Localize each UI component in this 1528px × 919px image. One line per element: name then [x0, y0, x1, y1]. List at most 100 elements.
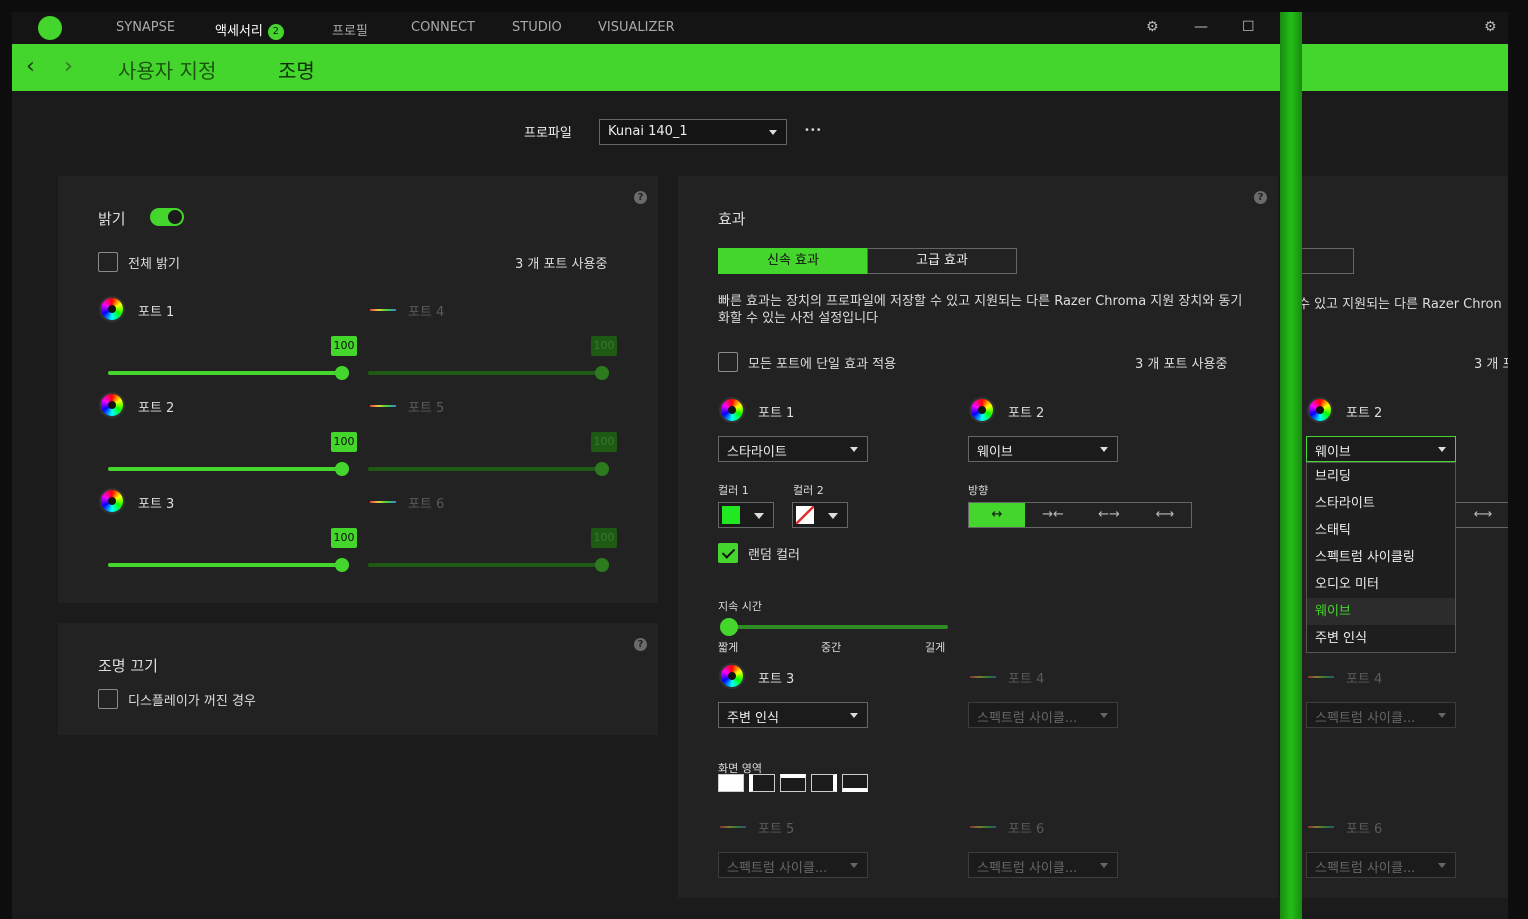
random-color-checkbox[interactable]	[718, 543, 738, 563]
all-brightness-checkbox[interactable]	[98, 252, 118, 272]
direction-outward-icon[interactable]: ←→	[1081, 503, 1137, 527]
synapse-window: SYNAPSE 액세서리 2 프로필 CONNECT STUDIO VISUALI…	[12, 12, 1508, 919]
direction-line-icon[interactable]: ⟷	[1137, 503, 1193, 527]
direction-selector: ↔ →← ←→ ⟷	[968, 502, 1192, 528]
forward-arrow-icon[interactable]: ›	[64, 54, 73, 79]
effect-port-5-line-icon	[720, 826, 746, 828]
effect-port-5-label: 포트 5	[758, 822, 795, 837]
effect-port-6-line-icon	[970, 826, 996, 828]
color-1-label: 컬러 1	[718, 484, 749, 497]
screen-area-bottom-icon[interactable]	[842, 774, 868, 792]
dup-port-4-label: 포트 4	[1346, 672, 1383, 687]
port-1-slider[interactable]	[108, 371, 342, 375]
port-4-slider-handle	[595, 366, 609, 380]
random-color-label: 랜덤 컬러	[748, 548, 800, 563]
display-off-checkbox[interactable]	[98, 689, 118, 709]
minimize-button[interactable]: —	[1194, 19, 1208, 35]
port-2-slider-handle[interactable]	[335, 462, 349, 476]
port-5-value: 100	[591, 432, 617, 452]
dup-tab-advanced-effects[interactable]: 과	[1294, 248, 1354, 274]
port-4-value: 100	[591, 336, 617, 356]
settings-gear-icon-secondary[interactable]: ⚙	[1484, 19, 1497, 35]
nav-profiles[interactable]: 프로필	[332, 20, 368, 39]
port-5-line-icon	[370, 405, 396, 407]
effects-title: 효과	[718, 210, 746, 228]
dup-port-4-line-icon	[1308, 676, 1334, 678]
color-1-swatch	[722, 506, 740, 524]
menu-item-ambient-awareness[interactable]: 주변 인식	[1307, 625, 1455, 652]
dup-ports-in-use: 3 개 포	[1474, 357, 1508, 372]
duration-slider[interactable]	[726, 625, 948, 629]
maximize-button[interactable]: ☐	[1242, 19, 1255, 35]
duration-slider-handle[interactable]	[720, 618, 738, 636]
nav-accessories[interactable]: 액세서리 2	[215, 20, 284, 40]
port-4-label: 포트 4	[408, 305, 445, 320]
brightness-panel: ? 밝기 전체 밝기 3 개 포트 사용중 포트 1 포트 4 100 100 …	[58, 176, 658, 603]
help-icon[interactable]: ?	[634, 638, 647, 651]
help-icon[interactable]: ?	[634, 191, 647, 204]
duration-medium-label: 중간	[821, 641, 842, 654]
port-1-color-wheel-icon	[99, 296, 125, 322]
effect-port-4-line-icon	[970, 676, 996, 678]
screen-area-left-icon[interactable]	[749, 774, 775, 792]
port-3-slider[interactable]	[108, 563, 342, 567]
color-1-picker[interactable]	[718, 502, 774, 528]
port-1-slider-handle[interactable]	[335, 366, 349, 380]
nav-synapse[interactable]: SYNAPSE	[116, 20, 175, 35]
menu-item-starlight[interactable]: 스타라이트	[1307, 490, 1455, 517]
effect-port-3-dropdown[interactable]: 주변 인식	[718, 702, 868, 728]
razer-logo-icon[interactable]	[38, 16, 62, 40]
effect-port-3-color-wheel-icon	[719, 663, 745, 689]
effect-port-1-dropdown[interactable]: 스타라이트	[718, 436, 868, 462]
menu-item-wave[interactable]: 웨이브	[1307, 598, 1455, 625]
effect-port-1-label: 포트 1	[758, 406, 795, 421]
screen-area-top-icon[interactable]	[780, 774, 806, 792]
nav-visualizer[interactable]: VISUALIZER	[598, 20, 675, 35]
chevron-down-icon	[754, 513, 764, 524]
effect-port-2-dropdown[interactable]: 웨이브	[968, 436, 1118, 462]
port-3-value: 100	[331, 528, 357, 548]
breadcrumb-customize[interactable]: 사용자 지정	[118, 55, 216, 84]
direction-both-icon[interactable]: ↔	[969, 503, 1025, 527]
port-3-label: 포트 3	[138, 497, 175, 512]
menu-item-audio-meter[interactable]: 오디오 미터	[1307, 571, 1455, 598]
breadcrumb-lighting[interactable]: 조명	[278, 55, 315, 84]
brightness-toggle[interactable]	[150, 208, 184, 226]
menu-item-static[interactable]: 스태틱	[1307, 517, 1455, 544]
lights-off-panel: ? 조명 끄기 디스플레이가 꺼진 경우	[58, 623, 658, 735]
effects-description: 빠른 효과는 장치의 프로파일에 저장할 수 있고 지원되는 다른 Razer …	[718, 294, 1243, 326]
port-3-slider-handle[interactable]	[335, 558, 349, 572]
chevron-down-icon	[828, 513, 838, 524]
single-effect-checkbox[interactable]	[718, 352, 738, 372]
duplicate-effects-panel: 과 수 있고 지원되는 다른 Razer Chron 3 개 포 포트 2 웨이…	[1294, 176, 1508, 898]
dup-port-2-dropdown[interactable]: 웨이브	[1306, 436, 1456, 462]
more-options-icon[interactable]: •••	[804, 125, 822, 136]
port-6-slider	[368, 563, 602, 567]
port-4-line-icon	[370, 309, 396, 311]
profile-dropdown[interactable]: Kunai 140_1	[599, 119, 787, 145]
tab-advanced-effects[interactable]: 고급 효과	[867, 248, 1017, 274]
color-2-swatch-none	[796, 506, 814, 524]
port-2-slider[interactable]	[108, 467, 342, 471]
dup-port-6-label: 포트 6	[1346, 822, 1383, 837]
effects-panel: ? 효과 신속 효과 고급 효과 빠른 효과는 장치의 프로파일에 저장할 수 …	[678, 176, 1278, 898]
dup-direction-line-icon[interactable]: ⟷	[1455, 503, 1508, 527]
nav-studio[interactable]: STUDIO	[512, 20, 562, 35]
effect-port-1-color-wheel-icon	[719, 397, 745, 423]
color-2-picker[interactable]	[792, 502, 848, 528]
menu-item-spectrum-cycling[interactable]: 스펙트럼 사이클링	[1307, 544, 1455, 571]
back-arrow-icon[interactable]: ‹	[26, 54, 35, 79]
display-off-label: 디스플레이가 꺼진 경우	[128, 694, 256, 709]
tab-quick-effects[interactable]: 신속 효과	[718, 248, 868, 274]
menu-item-breathing[interactable]: 브리딩	[1307, 463, 1455, 490]
settings-gear-icon[interactable]: ⚙	[1146, 19, 1159, 35]
help-icon[interactable]: ?	[1254, 191, 1267, 204]
port-4-slider	[368, 371, 602, 375]
duration-label: 지속 시간	[718, 600, 762, 613]
port-6-value: 100	[591, 528, 617, 548]
port-1-value: 100	[331, 336, 357, 356]
nav-connect[interactable]: CONNECT	[411, 20, 475, 35]
screen-area-full-icon[interactable]	[718, 774, 744, 792]
direction-inward-icon[interactable]: →←	[1025, 503, 1081, 527]
screen-area-right-icon[interactable]	[811, 774, 837, 792]
